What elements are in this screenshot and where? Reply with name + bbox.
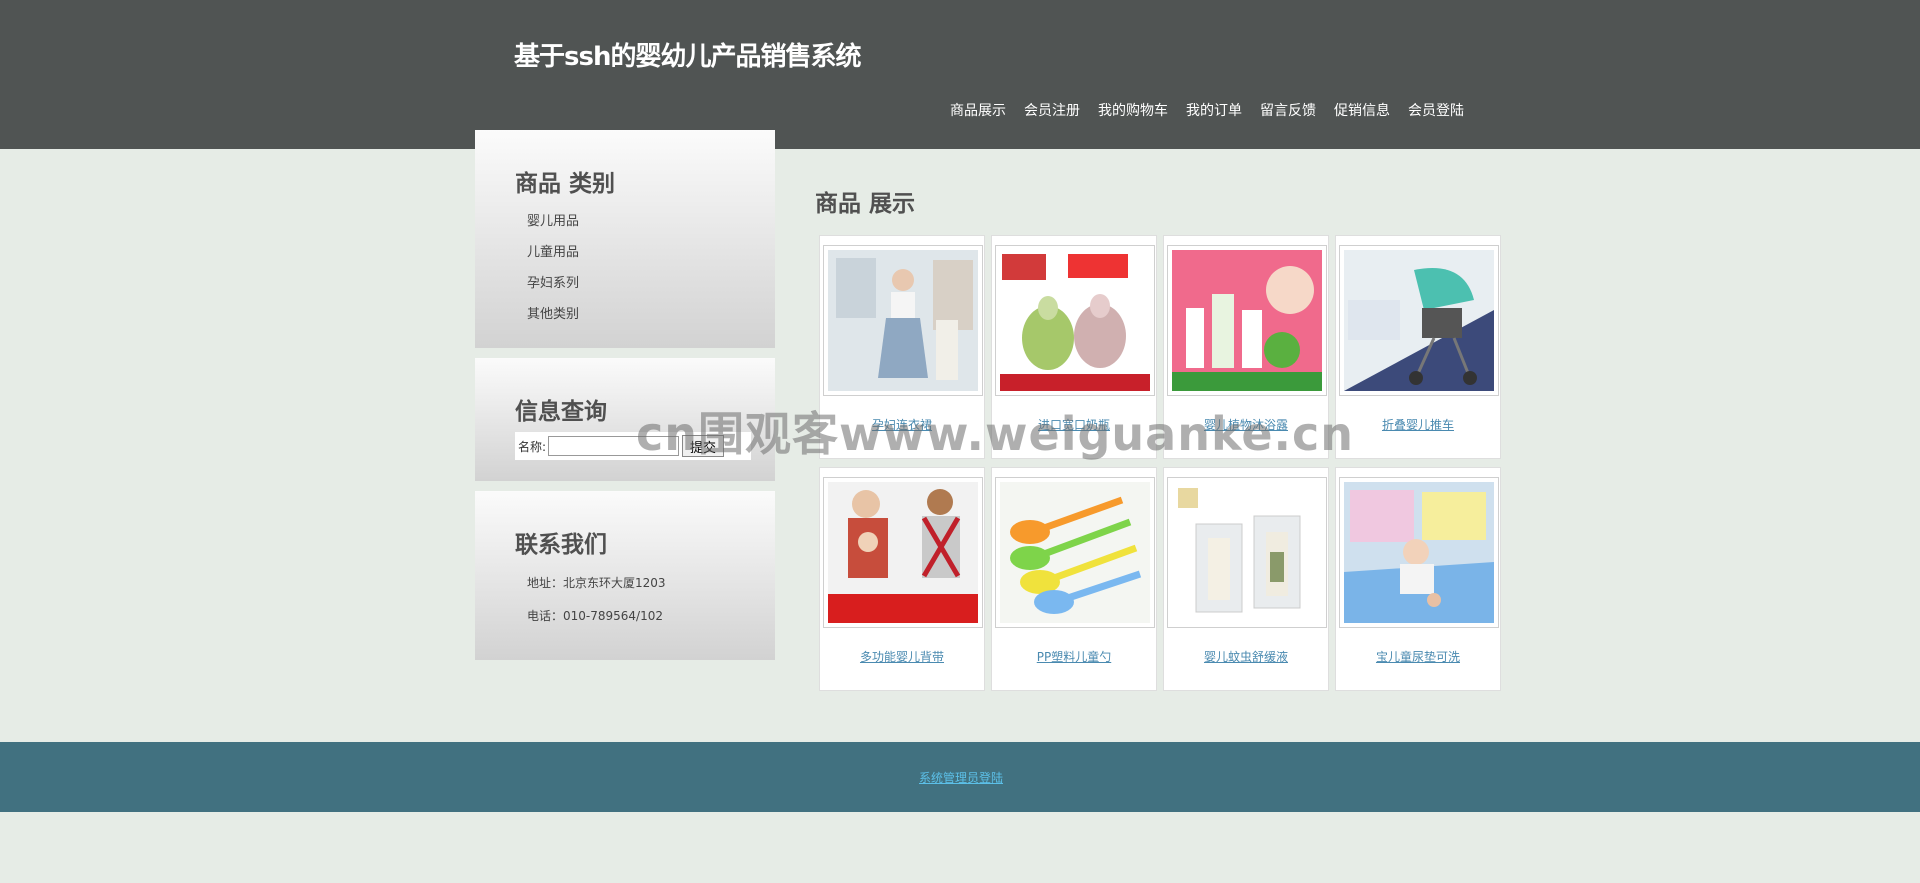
lotion-image (1172, 482, 1322, 623)
product-thumb[interactable] (823, 477, 983, 628)
product-thumb[interactable] (1167, 245, 1327, 396)
product-link[interactable]: 多功能婴儿背带 (820, 648, 984, 665)
site-header: 基于ssh的婴幼儿产品销售系统 商品展示 会员注册 我的购物车 我的订单 留言反… (0, 0, 1920, 149)
dress-image (828, 250, 978, 391)
contact-phone: 电话：010-789564/102 (527, 609, 663, 623)
product-thumb[interactable] (1339, 245, 1499, 396)
contact-box: 联系我们 地址：北京东环大厦1203 电话：010-789564/102 (475, 491, 775, 660)
product-card: 折叠婴儿推车 (1335, 235, 1501, 459)
product-link[interactable]: 孕妇连衣裙 (820, 416, 984, 433)
product-card: PP塑料儿童勺 (991, 467, 1157, 691)
search-form: 名称: 提交 (515, 432, 751, 460)
category-item-children[interactable]: 儿童用品 (527, 237, 775, 268)
category-item-baby[interactable]: 婴儿用品 (527, 206, 775, 237)
product-grid: 孕妇连衣裙 进口宽口奶瓶 婴儿植物沐浴露 折叠婴儿推车 多功能婴儿背带 PP塑料… (819, 235, 1501, 691)
search-submit-button[interactable]: 提交 (682, 435, 725, 457)
sidebar: 商品 类别 婴儿用品 儿童用品 孕妇系列 其他类别 信息查询 名称: 提交 联系… (475, 130, 775, 660)
contact-address: 地址：北京东环大厦1203 (527, 576, 666, 590)
nav-login[interactable]: 会员登陆 (1408, 100, 1464, 120)
contact-title: 联系我们 (515, 532, 607, 558)
product-thumb[interactable] (995, 245, 1155, 396)
product-card: 多功能婴儿背带 (819, 467, 985, 691)
product-thumb[interactable] (823, 245, 983, 396)
category-item-maternity[interactable]: 孕妇系列 (527, 268, 775, 299)
main-nav: 商品展示 会员注册 我的购物车 我的订单 留言反馈 促销信息 会员登陆 (950, 100, 1464, 120)
spoon-image (1000, 482, 1150, 623)
search-input[interactable] (548, 436, 680, 456)
product-thumb[interactable] (995, 477, 1155, 628)
product-link[interactable]: PP塑料儿童勺 (992, 648, 1156, 665)
site-footer: 系统管理员登陆 (0, 742, 1920, 812)
nav-feedback[interactable]: 留言反馈 (1260, 100, 1316, 120)
product-thumb[interactable] (1339, 477, 1499, 628)
baby-bottle-image (1000, 250, 1150, 391)
body-wash-image (1172, 250, 1322, 391)
product-card: 婴儿植物沐浴露 (1163, 235, 1329, 459)
baby-carrier-image (828, 482, 978, 623)
site-title: 基于ssh的婴幼儿产品销售系统 (514, 42, 861, 72)
admin-login-link[interactable]: 系统管理员登陆 (919, 769, 1003, 786)
product-link[interactable]: 婴儿植物沐浴露 (1164, 416, 1328, 433)
search-box: 信息查询 名称: 提交 (475, 358, 775, 491)
category-title: 商品 类别 (515, 171, 616, 197)
category-box: 商品 类别 婴儿用品 儿童用品 孕妇系列 其他类别 (475, 130, 775, 358)
product-card: 婴儿蚊虫舒缓液 (1163, 467, 1329, 691)
product-link[interactable]: 折叠婴儿推车 (1336, 416, 1500, 433)
product-thumb[interactable] (1167, 477, 1327, 628)
nav-products[interactable]: 商品展示 (950, 100, 1006, 120)
product-card: 孕妇连衣裙 (819, 235, 985, 459)
product-link[interactable]: 婴儿蚊虫舒缓液 (1164, 648, 1328, 665)
category-item-other[interactable]: 其他类别 (527, 299, 775, 330)
diaper-pad-image (1344, 482, 1494, 623)
contact-info: 地址：北京东环大厦1203 电话：010-789564/102 (475, 567, 775, 633)
product-card: 宝儿童尿垫可洗 (1335, 467, 1501, 691)
nav-cart[interactable]: 我的购物车 (1098, 100, 1168, 120)
search-label: 名称: (518, 439, 547, 454)
product-card: 进口宽口奶瓶 (991, 235, 1157, 459)
nav-promotions[interactable]: 促销信息 (1334, 100, 1390, 120)
stroller-image (1344, 250, 1494, 391)
product-link[interactable]: 宝儿童尿垫可洗 (1336, 648, 1500, 665)
product-link[interactable]: 进口宽口奶瓶 (992, 416, 1156, 433)
nav-orders[interactable]: 我的订单 (1186, 100, 1242, 120)
nav-register[interactable]: 会员注册 (1024, 100, 1080, 120)
search-title: 信息查询 (515, 399, 607, 425)
product-section-title: 商品 展示 (815, 191, 916, 217)
category-list: 婴儿用品 儿童用品 孕妇系列 其他类别 (475, 206, 775, 346)
